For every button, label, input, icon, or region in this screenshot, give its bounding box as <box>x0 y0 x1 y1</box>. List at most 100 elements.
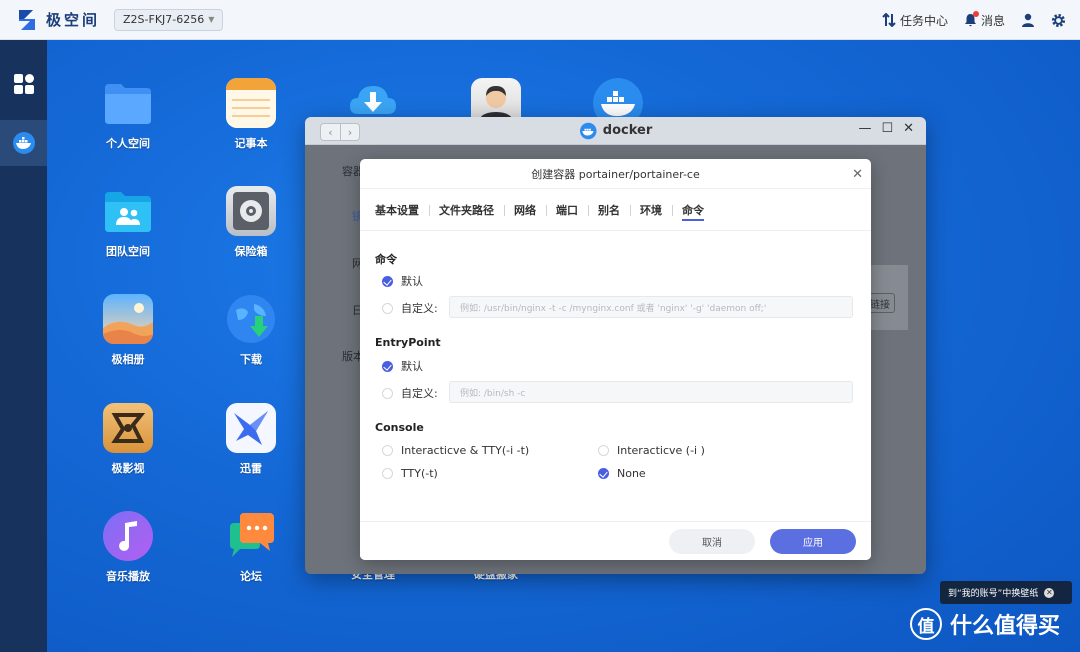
bell-icon <box>964 11 979 27</box>
radio-checked-icon[interactable] <box>382 275 393 287</box>
command-default-option[interactable]: 默认 <box>382 273 423 289</box>
thunder-icon <box>226 403 276 453</box>
command-custom-option[interactable]: 自定义: <box>382 300 438 316</box>
team-folder-icon <box>103 186 153 236</box>
console-section-title: Console <box>375 421 424 434</box>
app-team-space[interactable]: 团队空间 <box>78 186 178 259</box>
app-label: 下载 <box>240 353 262 366</box>
radio-icon[interactable] <box>382 387 393 399</box>
music-icon <box>103 511 153 561</box>
app-notepad[interactable]: 记事本 <box>201 78 301 151</box>
app-label: 迅雷 <box>240 462 262 475</box>
forum-icon <box>226 511 276 561</box>
app-forum[interactable]: 论坛 <box>201 511 301 584</box>
entrypoint-custom-option[interactable]: 自定义: <box>382 385 438 401</box>
radio-icon[interactable] <box>382 302 393 314</box>
app-label: 记事本 <box>234 137 268 150</box>
back-button[interactable]: ‹ <box>321 124 340 140</box>
sidebar-apps-button[interactable] <box>0 61 47 107</box>
folder-icon <box>103 78 153 128</box>
command-input[interactable]: 例如: /usr/bin/nginx -t -c /mynginx.conf 或… <box>449 296 853 318</box>
tab-basic[interactable]: 基本设置 <box>375 189 429 231</box>
photo-album-icon <box>103 294 153 344</box>
maximize-icon[interactable]: ☐ <box>881 121 893 136</box>
settings-button[interactable] <box>1051 13 1066 28</box>
zspace-logo-icon <box>19 9 35 30</box>
radio-icon[interactable] <box>382 468 393 479</box>
toast-text: 到“我的账号”中换壁纸 <box>948 589 1039 599</box>
download-globe-icon <box>226 294 276 344</box>
console-option-label: Interacticve & TTY(-i -t) <box>401 444 530 457</box>
tab-env[interactable]: 环境 <box>630 189 672 231</box>
sidebar-docker-button[interactable] <box>0 120 47 166</box>
device-selector[interactable]: Z2S-FKJ7-6256 ▼ <box>114 8 224 31</box>
chevron-down-icon: ▼ <box>208 15 215 24</box>
minimize-icon[interactable]: — <box>858 121 871 136</box>
docker-window-titlebar[interactable]: ‹ › docker — ☐ ✕ <box>305 117 926 145</box>
command-section-title: 命令 <box>375 253 397 266</box>
console-option-it[interactable]: Interacticve & TTY(-i -t) <box>382 444 529 457</box>
sort-arrows-icon <box>882 13 896 27</box>
forward-button[interactable]: › <box>340 124 359 140</box>
app-music[interactable]: 音乐播放 <box>78 511 178 584</box>
app-photo-album[interactable]: 极相册 <box>78 294 178 367</box>
create-container-dialog: 创建容器 portainer/portainer-ce ✕ 基本设置 文件夹路径… <box>360 159 871 560</box>
command-custom-label: 自定义: <box>401 302 438 315</box>
dialog-title: 创建容器 portainer/portainer-ce <box>531 167 700 181</box>
app-label: 团队空间 <box>106 245 150 258</box>
wallpaper-toast[interactable]: 到“我的账号”中换壁纸 ✕ <box>940 581 1072 604</box>
console-option-i[interactable]: Interacticve (-i ) <box>598 444 705 457</box>
entrypoint-default-option[interactable]: 默认 <box>382 358 423 374</box>
app-label: 音乐播放 <box>106 570 150 583</box>
device-name: Z2S-FKJ7-6256 <box>123 13 205 26</box>
radio-icon[interactable] <box>382 445 393 456</box>
docker-window-title: docker <box>579 122 652 140</box>
task-center-label: 任务中心 <box>899 13 948 28</box>
safe-icon <box>226 186 276 236</box>
tab-folder-path[interactable]: 文件夹路径 <box>429 189 504 231</box>
dialog-footer: 取消 应用 <box>360 521 871 560</box>
app-video[interactable]: 极影视 <box>78 403 178 476</box>
dialog-tabs: 基本设置 文件夹路径 网络 端口 别名 环境 命令 <box>360 189 871 231</box>
top-bar: 极空间 Z2S-FKJ7-6256 ▼ 任务中心 消息 <box>0 0 1080 40</box>
messages-button[interactable]: 消息 <box>964 11 1005 29</box>
app-personal-space[interactable]: 个人空间 <box>78 78 178 151</box>
task-center-button[interactable]: 任务中心 <box>882 12 948 29</box>
cancel-button[interactable]: 取消 <box>669 529 755 554</box>
close-icon[interactable]: ✕ <box>1044 587 1055 598</box>
brand-logo[interactable]: 极空间 <box>16 8 100 32</box>
close-icon[interactable]: ✕ <box>852 167 863 182</box>
brand-name: 极空间 <box>46 11 101 29</box>
radio-checked-icon[interactable] <box>382 360 393 372</box>
gear-icon <box>1051 13 1066 27</box>
watermark: 值 什么值得买 <box>910 608 1060 640</box>
messages-label: 消息 <box>980 13 1005 28</box>
tab-alias[interactable]: 别名 <box>588 189 630 231</box>
video-icon <box>103 403 153 453</box>
app-label: 保险箱 <box>234 245 268 258</box>
notepad-icon <box>226 78 276 128</box>
app-download[interactable]: 下载 <box>201 294 301 367</box>
user-icon <box>1022 13 1034 27</box>
tab-network[interactable]: 网络 <box>504 189 546 231</box>
console-option-label: None <box>617 467 646 480</box>
app-thunder[interactable]: 迅雷 <box>201 403 301 476</box>
console-option-label: TTY(-t) <box>401 467 438 480</box>
entrypoint-section-title: EntryPoint <box>375 336 441 349</box>
radio-checked-icon[interactable] <box>598 468 609 479</box>
user-button[interactable] <box>1021 13 1035 27</box>
tab-command[interactable]: 命令 <box>672 189 714 231</box>
close-icon[interactable]: ✕ <box>903 121 914 136</box>
tab-port[interactable]: 端口 <box>546 189 588 231</box>
app-label: 论坛 <box>240 570 262 583</box>
radio-icon[interactable] <box>598 445 609 456</box>
apply-button[interactable]: 应用 <box>770 529 856 554</box>
console-option-none[interactable]: None <box>598 467 646 480</box>
dialog-header: 创建容器 portainer/portainer-ce ✕ <box>360 159 871 189</box>
command-default-label: 默认 <box>401 275 423 288</box>
console-option-t[interactable]: TTY(-t) <box>382 467 438 480</box>
app-label: 极影视 <box>111 462 145 475</box>
docker-title-text: docker <box>602 123 653 138</box>
app-safe[interactable]: 保险箱 <box>201 186 301 259</box>
entrypoint-input[interactable]: 例如: /bin/sh -c <box>449 381 853 403</box>
